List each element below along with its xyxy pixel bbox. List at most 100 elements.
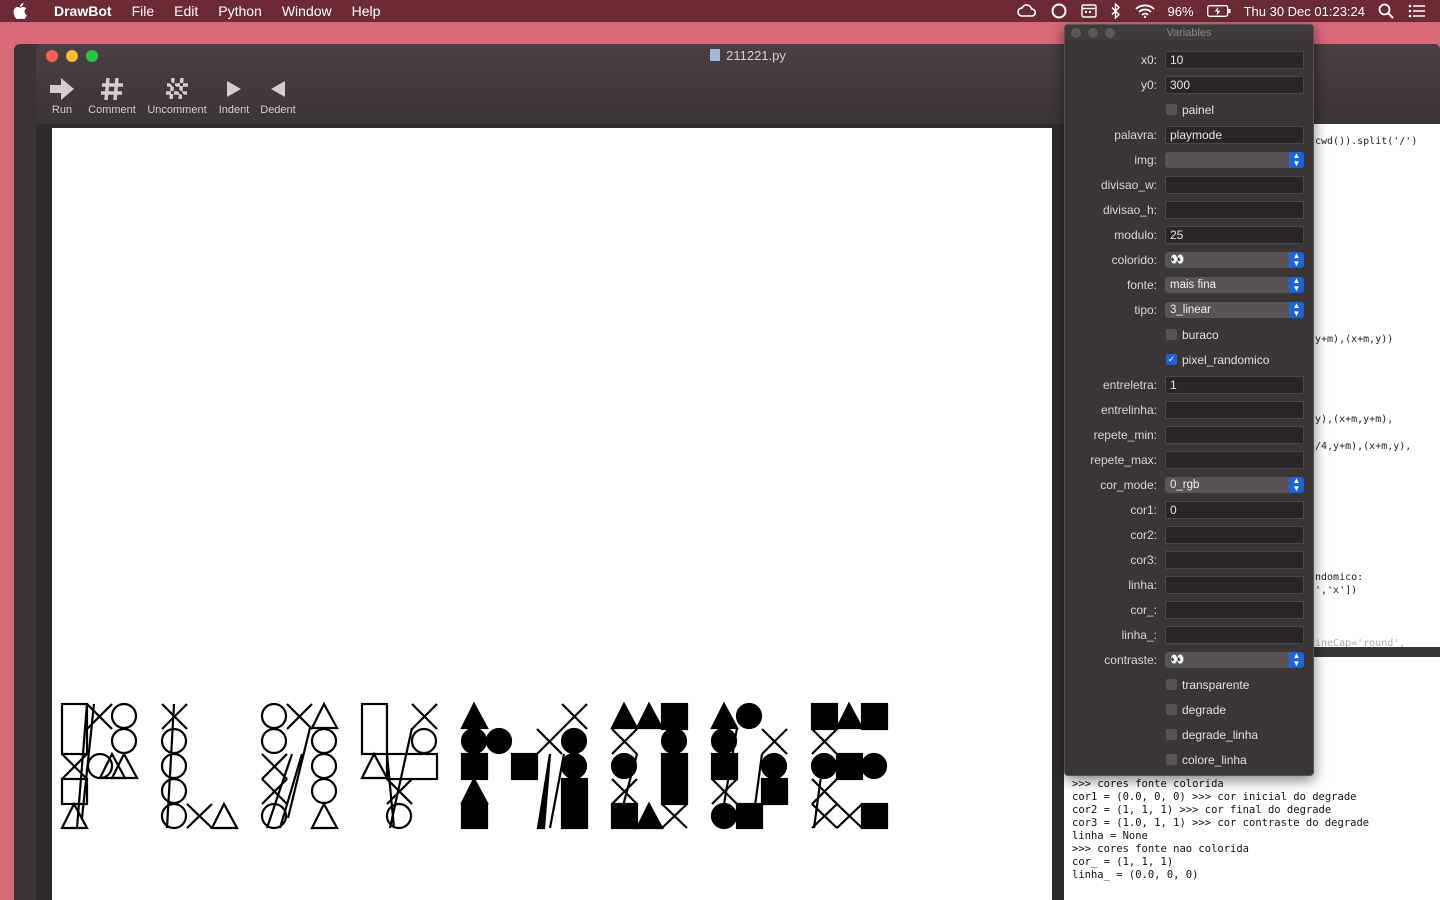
app-name-menu[interactable]: DrawBot	[40, 0, 122, 22]
status-circle-icon[interactable]	[1051, 3, 1067, 19]
notification-center-icon[interactable]	[1408, 4, 1426, 18]
contraste-popup[interactable]: 👀 ▲ ▼	[1165, 652, 1304, 668]
variable-row-cor2: cor2:	[1065, 525, 1313, 545]
code-line: y+m),(x+m,y))	[1315, 334, 1394, 345]
variable-row-colorido: colorido: 👀 ▲ ▼	[1065, 250, 1313, 270]
degrade-checkbox[interactable]	[1166, 704, 1177, 715]
bluetooth-icon[interactable]	[1111, 3, 1121, 19]
chevron-updown-icon: ▲ ▼	[1289, 252, 1304, 268]
entreletra-field[interactable]: 1	[1165, 376, 1304, 394]
comment-button[interactable]: Comment	[86, 74, 138, 116]
cor-mode-popup[interactable]: 0_rgb ▲ ▼	[1165, 477, 1304, 493]
letter-a	[260, 701, 339, 830]
transparente-checkbox[interactable]	[1166, 679, 1177, 690]
palavra-label: palavra:	[1114, 128, 1157, 142]
degrade-linha-checkbox[interactable]	[1166, 729, 1177, 740]
panel-zoom-button[interactable]	[1105, 28, 1115, 38]
vertical-splitter[interactable]	[1054, 128, 1064, 900]
divisao-w-field[interactable]	[1165, 176, 1304, 194]
output-line: linha = None	[1072, 830, 1148, 842]
colorido-popup[interactable]: 👀 ▲ ▼	[1165, 252, 1304, 268]
triangle-left-icon	[258, 74, 298, 104]
tipo-label: tipo:	[1134, 303, 1157, 317]
variable-row-cor-mode: cor_mode: 0_rgb ▲ ▼	[1065, 475, 1313, 495]
buraco-checkbox-label[interactable]: buraco	[1182, 328, 1219, 342]
buraco-checkbox[interactable]	[1166, 329, 1177, 340]
panel-minimize-button[interactable]	[1088, 28, 1098, 38]
x0-label: x0:	[1140, 53, 1157, 67]
variable-row-modulo: modulo: 25	[1065, 225, 1313, 245]
battery-charging-icon[interactable]	[1206, 5, 1231, 17]
indent-button[interactable]: Indent	[216, 74, 252, 116]
variable-row-y0: y0: 300	[1065, 75, 1313, 95]
run-label: Run	[51, 104, 73, 116]
spotlight-search-icon[interactable]	[1378, 3, 1394, 19]
chevron-updown-icon: ▲ ▼	[1289, 302, 1304, 318]
creative-cloud-icon[interactable]	[1016, 4, 1037, 18]
tipo-popup[interactable]: 3_linear ▲ ▼	[1165, 302, 1304, 318]
palavra-field[interactable]: playmode	[1165, 126, 1304, 144]
menu-bar: DrawBot File Edit Python Window Help 96%…	[0, 0, 1440, 22]
pixel-randomico-checkbox[interactable]: ✓	[1166, 354, 1177, 365]
python-file-icon	[710, 49, 721, 61]
variable-row-cor1: cor1: 0	[1065, 500, 1313, 520]
painel-checkbox[interactable]	[1166, 104, 1177, 115]
tipo-popup-value: 3_linear	[1170, 304, 1211, 316]
cor--field[interactable]	[1165, 601, 1304, 619]
run-button[interactable]: Run	[50, 74, 74, 116]
img-label: img:	[1134, 153, 1157, 167]
wifi-icon[interactable]	[1134, 4, 1155, 18]
letter-o	[610, 701, 689, 830]
pixel-randomico-checkbox-label[interactable]: pixel_randomico	[1182, 353, 1269, 367]
dedent-label: Dedent	[260, 104, 296, 116]
menu-python[interactable]: Python	[208, 0, 272, 22]
dedent-button[interactable]: Dedent	[258, 74, 298, 116]
calendar-icon[interactable]	[1080, 4, 1097, 18]
entrelinha-field[interactable]	[1165, 401, 1304, 419]
menu-edit[interactable]: Edit	[164, 0, 208, 22]
menu-help[interactable]: Help	[342, 0, 391, 22]
y0-field[interactable]: 300	[1165, 76, 1304, 94]
output-line: >>> cores fonte nao colorida	[1072, 843, 1250, 855]
divisao-h-field[interactable]	[1165, 201, 1304, 219]
cor1-field[interactable]: 0	[1165, 501, 1304, 519]
variable-row-divisao-h: divisao_h:	[1065, 200, 1313, 220]
output-line: cor_ = (1, 1, 1)	[1072, 856, 1174, 868]
linha-field[interactable]	[1165, 576, 1304, 594]
degrade-linha-checkbox-label[interactable]: degrade_linha	[1182, 728, 1258, 742]
repete-min-field[interactable]	[1165, 426, 1304, 444]
variable-row-x0: x0: 10	[1065, 50, 1313, 70]
menu-file[interactable]: File	[122, 0, 165, 22]
img-popup[interactable]: ▲ ▼	[1165, 152, 1304, 168]
cor3-label: cor3:	[1130, 553, 1157, 567]
output-line: cor1 = (0.0, 0, 0) >>> cor inicial do de…	[1072, 791, 1357, 803]
clock[interactable]: Thu 30 Dec 01:23:24	[1244, 4, 1365, 19]
variable-row-contraste: contraste: 👀 ▲ ▼	[1065, 650, 1313, 670]
letter-e	[810, 701, 889, 830]
cor2-field[interactable]	[1165, 526, 1304, 544]
painel-checkbox-label[interactable]: painel	[1182, 103, 1214, 117]
linha--field[interactable]	[1165, 626, 1304, 644]
output-line: cor2 = (1, 1, 1) >>> cor final do degrad…	[1072, 804, 1332, 816]
drawing-canvas[interactable]	[52, 128, 1052, 900]
modulo-field[interactable]: 25	[1165, 226, 1304, 244]
variables-panel: Variables x0: 10 y0: 300 painel palavra: playm…	[1064, 24, 1314, 776]
degrade-checkbox-label[interactable]: degrade	[1182, 703, 1226, 717]
uncomment-button[interactable]: Uncomment	[144, 74, 210, 116]
apple-icon[interactable]	[0, 3, 40, 19]
transparente-checkbox-label[interactable]: transparente	[1182, 678, 1249, 692]
cor1-label: cor1:	[1130, 503, 1157, 517]
contraste-label: contraste:	[1104, 653, 1157, 667]
colore-linha-checkbox[interactable]	[1166, 754, 1177, 765]
panel-close-button[interactable]	[1071, 28, 1081, 38]
menu-window[interactable]: Window	[272, 0, 342, 22]
chevron-updown-icon: ▲ ▼	[1289, 652, 1304, 668]
cor3-field[interactable]	[1165, 551, 1304, 569]
variable-row-cor-: cor_:	[1065, 600, 1313, 620]
colore-linha-checkbox-label[interactable]: colore_linha	[1182, 753, 1247, 767]
repete-max-field[interactable]	[1165, 451, 1304, 469]
fonte-popup[interactable]: mais fina ▲ ▼	[1165, 277, 1304, 293]
x0-field[interactable]: 10	[1165, 51, 1304, 69]
output-line: linha_ = (0.0, 0, 0)	[1072, 869, 1199, 881]
variables-panel-titlebar[interactable]: Variables	[1065, 25, 1313, 41]
